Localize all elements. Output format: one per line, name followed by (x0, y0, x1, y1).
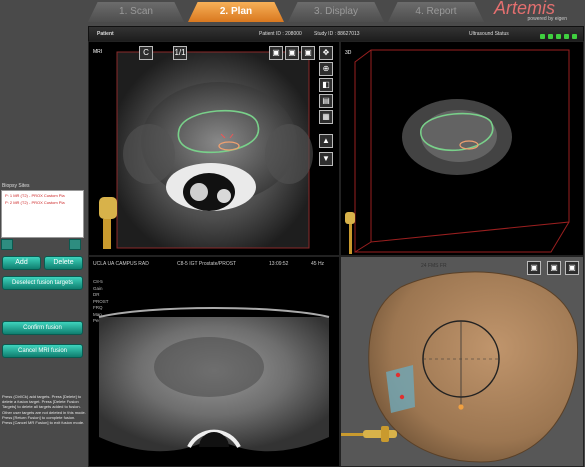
volume-image (345, 49, 570, 254)
tool-icon[interactable]: ⊕ (319, 62, 333, 76)
status-led-icon (572, 34, 577, 39)
delete-button[interactable]: Delete (44, 256, 83, 270)
scroll-left-icon[interactable] (1, 239, 13, 250)
tab-scan[interactable]: 1. Scan (88, 2, 184, 22)
mri-image (99, 51, 313, 249)
tool-icon[interactable]: ▣ (301, 46, 315, 60)
tab-plan[interactable]: 2. Plan (188, 2, 284, 22)
probe-icon (345, 212, 355, 254)
mri-mode-button[interactable]: C (139, 46, 153, 60)
biopsy-sites-label: Biopsy Sites (2, 183, 30, 189)
prostate-model-image (341, 271, 579, 463)
deselect-fusion-targets-button[interactable]: Deselect fusion targets (2, 276, 83, 290)
tool-icon[interactable]: ▦ (319, 110, 333, 124)
workflow-tabs: 1. Scan 2. Plan 3. Display 4. Report (88, 0, 494, 24)
model-view[interactable]: 24 FMS FR ▣ ▣ ▣ (340, 256, 584, 467)
add-button[interactable]: Add (2, 256, 41, 270)
needle-tip (458, 404, 464, 410)
left-control-panel: Biopsy Sites P: 1 MR (T2) - PROX Custom … (0, 40, 88, 465)
tool-icon[interactable]: ▣ (269, 46, 283, 60)
tool-icon[interactable]: ▤ (319, 94, 333, 108)
mri-scale-button[interactable]: 1/1 (173, 46, 187, 60)
probe-icon (341, 426, 397, 442)
prostate-model (368, 271, 579, 463)
tool-icon[interactable]: ◧ (319, 78, 333, 92)
status-led-icon (564, 34, 569, 39)
status-led-icon (556, 34, 561, 39)
tab-display[interactable]: 3. Display (288, 2, 384, 22)
mri-slice (116, 51, 313, 249)
list-item[interactable]: P: 2 MR (T2) - PROX Custom Pla (2, 198, 83, 205)
brand-subtitle: powered by eigen (527, 16, 567, 22)
help-text: Press (Ctrl/Ck) add targets. Press [Dele… (2, 394, 86, 426)
tool-icon[interactable]: ▣ (527, 261, 541, 275)
mri-view[interactable]: MRI C 1/1 ▣ ▣ ▣ ✥ ⊕ ◧ ▤ ▦ ▲ ▼ (88, 41, 340, 256)
tool-icon[interactable]: ▣ (565, 261, 579, 275)
patient-label: Patient (97, 31, 114, 37)
slice-up-icon[interactable]: ▲ (319, 134, 333, 148)
ultrasound-status: Ultrasound Status (469, 31, 509, 37)
study-id: Study ID : 88627013 (314, 31, 360, 37)
ultrasound-view[interactable]: UCLA UA CAMPUS RAD C8-5 IGT Prostate/PRO… (88, 256, 340, 467)
status-led-icon (548, 34, 553, 39)
scroll-right-icon[interactable] (69, 239, 81, 250)
biopsy-sites-list[interactable]: P: 1 MR (T2) - PROX Custom Pla P: 2 MR (… (1, 190, 84, 238)
tool-icon[interactable]: ✥ (319, 46, 333, 60)
target-region[interactable] (386, 365, 415, 413)
target-point[interactable] (395, 372, 401, 378)
status-led-icon (540, 34, 545, 39)
patient-id: Patient ID : 208000 (259, 31, 302, 37)
tool-icon[interactable]: ▣ (285, 46, 299, 60)
tab-report[interactable]: 4. Report (388, 2, 484, 22)
ultrasound-image (98, 307, 330, 452)
cancel-mri-fusion-button[interactable]: Cancel MRI fusion (2, 344, 83, 358)
target-point[interactable] (399, 394, 405, 400)
tool-icon[interactable]: ▣ (547, 261, 561, 275)
slice-down-icon[interactable]: ▼ (319, 152, 333, 166)
confirm-fusion-button[interactable]: Confirm fusion (2, 321, 83, 335)
volume-view[interactable]: 3D (340, 41, 584, 256)
probe-icon (99, 197, 117, 249)
list-item[interactable]: P: 1 MR (T2) - PROX Custom Pla (2, 191, 83, 198)
patient-status-bar: Patient Patient ID : 208000 Study ID : 8… (88, 26, 584, 42)
